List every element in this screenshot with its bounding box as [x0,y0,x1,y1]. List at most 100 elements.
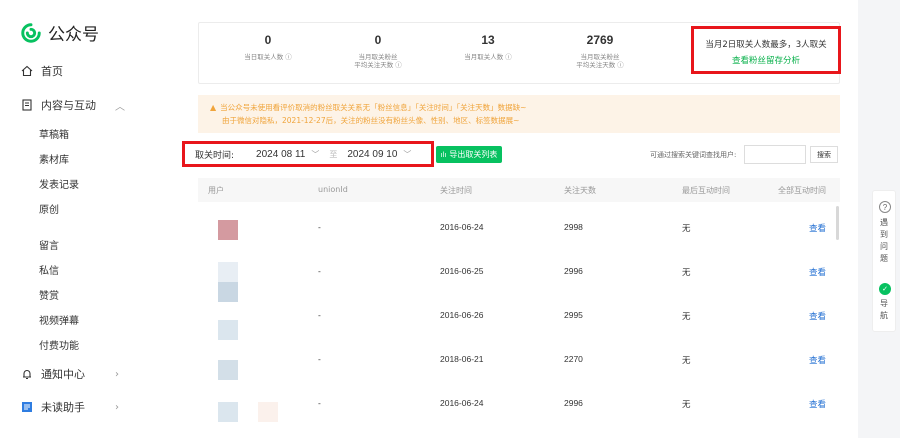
table-row: - 2016-06-24 2996 无 查看 [198,384,840,428]
cell-follow-date: 2016-06-26 [440,310,484,320]
filter-label: 取关时间: [195,150,235,161]
end-date-select[interactable]: 2024 09 10 ﹀ [347,149,411,160]
nav-unread[interactable]: 未读助手 › [20,399,119,415]
view-link[interactable]: 查看 [809,398,826,410]
brand[interactable]: 公众号 [20,20,99,45]
guide-icon[interactable]: ✓ [879,283,891,295]
table-row: - 2016-06-25 2996 无 查看 [198,252,840,302]
stat-daily-unfollow: 0 当日取关人数 ⓘ [213,33,323,61]
table-row: - 2016-06-24 2998 无 查看 [198,208,840,252]
cell-last: 无 [682,223,691,233]
chevron-down-icon: ﹀ [311,149,320,159]
cell-unionid: - [318,354,321,364]
info-icon: ⓘ [285,53,292,61]
float-panel: ? 遇到问题 ✓ 导航 [872,190,896,332]
nav-sub-materials[interactable]: 素材库 [39,151,69,166]
nav-sub-publish-records[interactable]: 发表记录 [39,176,79,191]
retention-analysis-link[interactable]: 查看粉丝留存分析 [694,54,838,66]
chevron-right-icon: › [115,368,119,380]
main-panel: 0 当日取关人数 ⓘ 0 当月取关粉丝 平均关注天数 ⓘ 13 当月取关人数 ⓘ … [178,0,858,438]
cell-follow-date: 2016-06-24 [440,398,484,408]
help-icon[interactable]: ? [879,201,891,213]
date-filter: 取关时间: 2024 08 11 ﹀ 至 2024 09 10 ﹀ [182,141,434,167]
export-button[interactable]: ılı 导出取关列表 [436,146,502,163]
col-follow-time: 关注时间 [440,186,472,195]
stat-label: 当月取关粉丝 平均关注天数 ⓘ [354,53,402,69]
nav-sub-comments[interactable]: 留言 [39,237,59,252]
avatar [218,320,238,340]
nav-sub-original[interactable]: 原创 [39,201,59,216]
col-follow-days: 关注天数 [564,186,596,195]
cell-last: 无 [682,311,691,321]
nav-sub-messages[interactable]: 私信 [39,262,59,277]
bar-chart-icon: ılı [440,150,447,159]
view-link[interactable]: 查看 [809,266,826,278]
info-icon: ⓘ [617,61,624,69]
table-row: - 2018-06-21 2270 无 查看 [198,340,840,384]
avatar [218,360,238,380]
chevron-down-icon: ﹀ [403,149,412,159]
col-unionid: unionId [318,185,348,194]
stat-label: 当日取关人数 ⓘ [244,53,292,61]
stat-monthly-avg-days: 0 当月取关粉丝 平均关注天数 ⓘ [323,33,433,69]
info-icon: ⓘ [505,53,512,61]
stat-value: 13 [481,33,495,47]
cell-days: 2996 [564,266,583,276]
cell-unionid: - [318,310,321,320]
notice-line-1: ▲ 当公众号未使用看评价取消的粉丝取关关系无「粉丝信息」「关注时间」「关注天数」数… [210,103,527,112]
nav-sub-danmaku[interactable]: 视频弹幕 [39,312,79,327]
nav-home-label: 首页 [41,65,63,78]
table-header: 用户 unionId 关注时间 关注天数 最后互动时间 全部互动时间 [198,178,840,202]
stat-monthly-avg-days-2: 2769 当月取关粉丝 平均关注天数 ⓘ [545,33,655,69]
notice-banner: ▲ 当公众号未使用看评价取消的粉丝取关关系无「粉丝信息」「关注时间」「关注天数」数… [198,95,840,133]
view-link[interactable]: 查看 [809,222,826,234]
nav-home[interactable]: 首页 [20,63,63,79]
avatar [218,220,238,240]
cell-last: 无 [682,399,691,409]
stat-value: 2769 [586,33,614,47]
cell-last: 无 [682,267,691,277]
cell-last: 无 [682,355,691,365]
search-input[interactable] [744,145,806,164]
highlight-text: 当月2日取关人数最多，3人取关 [705,40,827,50]
col-all-interaction: 全部互动时间 [778,186,826,195]
start-date-select[interactable]: 2024 08 11 ﹀ [256,149,319,160]
warning-icon: ▲ [210,103,217,112]
stats-panel: 0 当日取关人数 ⓘ 0 当月取关粉丝 平均关注天数 ⓘ 13 当月取关人数 ⓘ … [198,22,841,84]
nav-sub-appreciation[interactable]: 赞赏 [39,287,59,302]
nav-notifications[interactable]: 通知中心 › [20,366,119,382]
cell-days: 2270 [564,354,583,364]
nav-sub-paid[interactable]: 付费功能 [39,337,79,352]
view-link[interactable]: 查看 [809,354,826,366]
cell-unionid: - [318,398,321,408]
search-button[interactable]: 搜索 [810,146,838,163]
avatar [218,262,238,282]
stat-label: 当月取关人数 ⓘ [464,53,512,61]
unread-icon [20,401,33,414]
info-icon: ⓘ [395,61,402,69]
cell-days: 2996 [564,398,583,408]
nav-sub-drafts[interactable]: 草稿箱 [39,126,69,141]
guide-label[interactable]: 导航 [880,298,890,322]
cell-days: 2998 [564,222,583,232]
cell-unionid: - [318,222,321,232]
stat-monthly-unfollow: 13 当月取关人数 ⓘ [433,33,543,61]
bell-icon [20,368,33,381]
view-link[interactable]: 查看 [809,310,826,322]
cell-follow-date: 2016-06-25 [440,266,484,276]
cell-days: 2995 [564,310,583,320]
table-row: - 2016-06-26 2995 无 查看 [198,296,840,340]
sidebar: 公众号 首页 内容与互动 ︿ 草稿箱 素材库 发表记录 原创 留言 私信 赞赏 … [0,0,178,438]
search-label: 可通过搜索关键词查找用户: [650,151,737,159]
nav-content[interactable]: 内容与互动 ︿ [20,97,125,113]
cell-follow-date: 2016-06-24 [440,222,484,232]
help-label[interactable]: 遇到问题 [880,217,890,265]
avatar [218,402,238,422]
date-separator: 至 [329,149,338,159]
stat-label: 当月取关粉丝 平均关注天数 ⓘ [576,53,624,69]
brand-name: 公众号 [48,25,99,45]
table-scrollbar[interactable] [836,206,839,240]
chevron-right-icon: › [115,401,119,413]
col-last-interaction: 最后互动时间 [682,186,730,195]
highlight-box: 当月2日取关人数最多，3人取关 查看粉丝留存分析 [691,26,841,74]
